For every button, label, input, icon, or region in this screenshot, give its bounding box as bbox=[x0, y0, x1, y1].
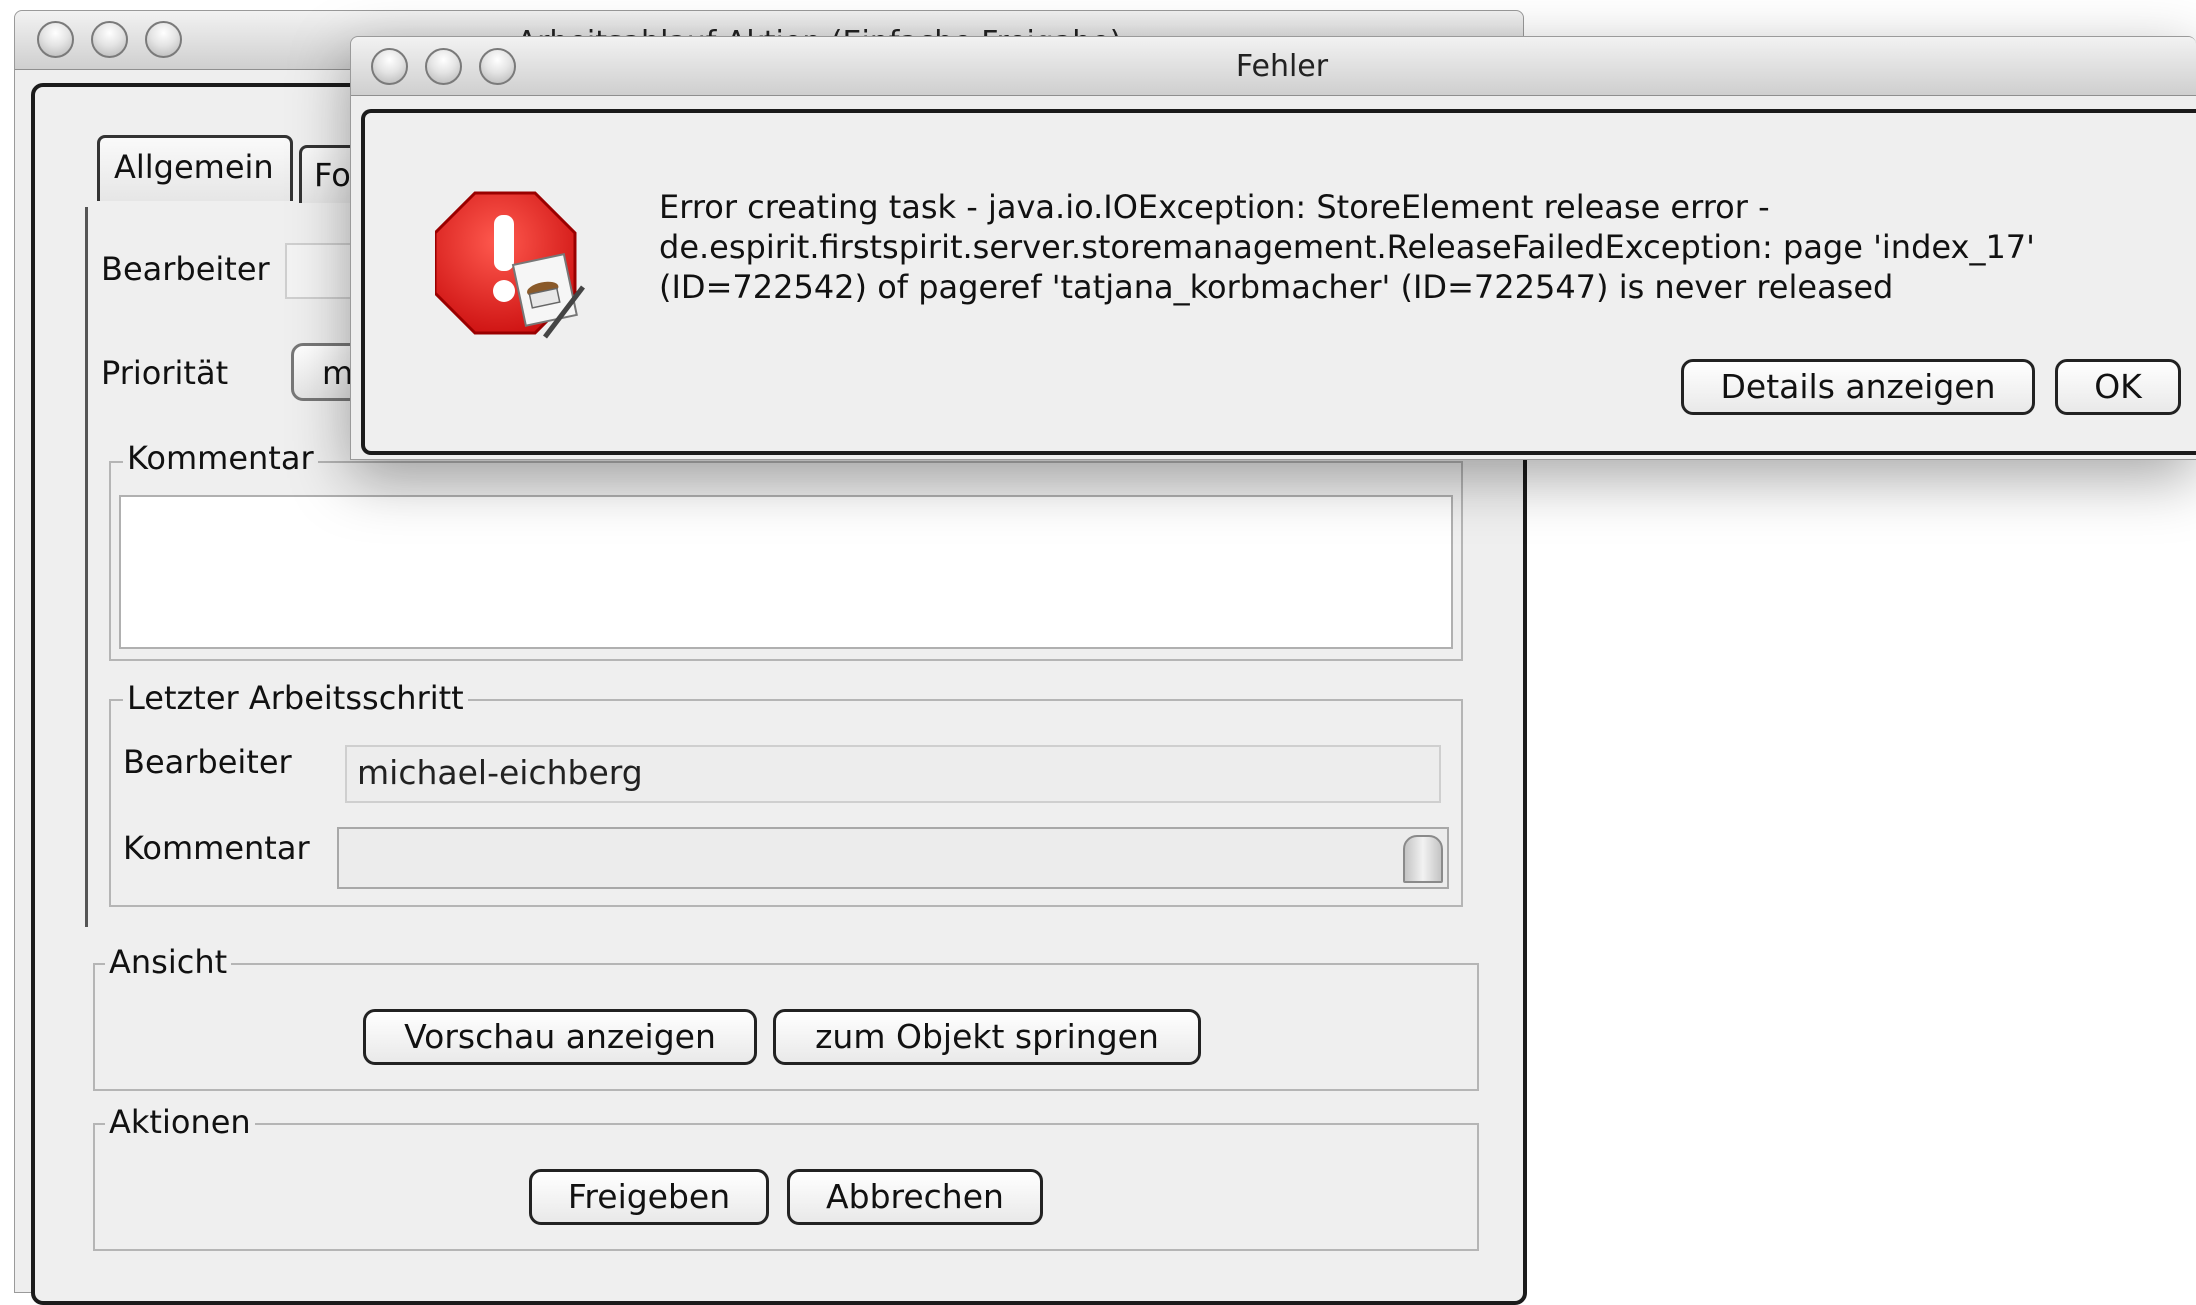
kommentar-group bbox=[109, 461, 1463, 661]
tab-allgemein[interactable]: Allgemein bbox=[97, 135, 293, 201]
kommentar-textarea[interactable] bbox=[119, 495, 1453, 649]
zum-objekt-springen-button[interactable]: zum Objekt springen bbox=[773, 1009, 1201, 1065]
letzter-arbeitsschritt-group: Bearbeiter michael-eichberg Kommentar bbox=[109, 699, 1463, 907]
prioritaet-label: Priorität bbox=[101, 354, 229, 392]
bearbeiter-label: Bearbeiter bbox=[101, 250, 270, 288]
error-dialog-title: Fehler bbox=[1235, 49, 1329, 84]
letzter-arbeitsschritt-legend: Letzter Arbeitsschritt bbox=[123, 679, 468, 717]
ansicht-legend: Ansicht bbox=[105, 943, 232, 981]
letzter-bearbeiter-field: michael-eichberg bbox=[345, 745, 1441, 803]
aktionen-group bbox=[93, 1123, 1479, 1251]
kommentar-legend: Kommentar bbox=[123, 439, 318, 477]
kommentar-scrollbar-thumb[interactable] bbox=[1403, 835, 1443, 883]
error-message-line-2: de.espirit.firstspirit.server.storemanag… bbox=[659, 228, 2035, 266]
vorschau-anzeigen-button[interactable]: Vorschau anzeigen bbox=[363, 1009, 757, 1065]
letzter-bearbeiter-label: Bearbeiter bbox=[123, 743, 292, 781]
letzter-kommentar-label: Kommentar bbox=[123, 829, 310, 867]
details-anzeigen-button[interactable]: Details anzeigen bbox=[1681, 359, 2035, 415]
abbrechen-button[interactable]: Abbrechen bbox=[787, 1169, 1043, 1225]
freigeben-button[interactable]: Freigeben bbox=[529, 1169, 769, 1225]
letzter-kommentar-field bbox=[337, 827, 1449, 889]
error-dialog: Fehler Error creating task - java.io.IOE… bbox=[350, 36, 2196, 460]
error-stop-icon bbox=[433, 187, 595, 347]
error-message-line-3: (ID=722542) of pageref 'tatjana_korbmach… bbox=[659, 268, 1894, 306]
error-dialog-content: Error creating task - java.io.IOExceptio… bbox=[361, 109, 2196, 455]
error-dialog-titlebar[interactable]: Fehler bbox=[351, 37, 2196, 96]
aktionen-legend: Aktionen bbox=[105, 1103, 255, 1141]
tab-panel-border bbox=[85, 207, 88, 927]
error-message-line-1: Error creating task - java.io.IOExceptio… bbox=[659, 188, 1770, 226]
ok-button[interactable]: OK bbox=[2055, 359, 2181, 415]
